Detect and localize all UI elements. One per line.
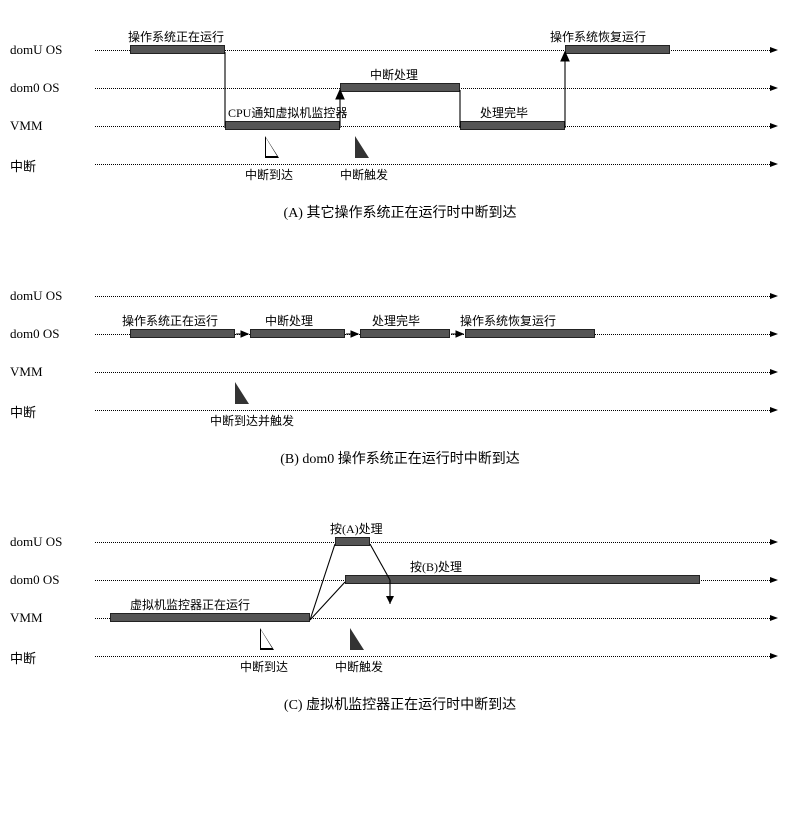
label-int-arrive: 中断到达 xyxy=(245,166,293,183)
lane-label: VMM xyxy=(10,364,43,380)
lane-label: dom0 OS xyxy=(10,326,59,342)
axis-line xyxy=(95,656,770,657)
bar-done xyxy=(360,329,450,338)
lane-dom0: dom0 OS 中断处理 xyxy=(10,78,790,102)
label-os-running: 操作系统正在运行 xyxy=(128,28,224,45)
chart-b-caption: (B) dom0 操作系统正在运行时中断到达 xyxy=(10,448,790,468)
label-int-fire: 中断触发 xyxy=(340,166,388,183)
axis-line xyxy=(95,126,770,127)
lane-vmm: VMM xyxy=(10,362,790,386)
interrupt-fire-icon xyxy=(355,136,369,158)
lane-vmm: VMM CPU通知虚拟机监控器 处理完毕 xyxy=(10,116,790,140)
axis-line xyxy=(95,372,770,373)
lane-label: VMM xyxy=(10,118,43,134)
label-as-b: 按(B)处理 xyxy=(410,558,462,575)
lane-dom0: dom0 OS 按(B)处理 xyxy=(10,570,790,594)
lane-vmm: VMM 虚拟机监控器正在运行 xyxy=(10,608,790,632)
bar-vmm-done xyxy=(460,121,565,130)
label-os-resumed: 操作系统恢复运行 xyxy=(550,28,646,45)
lane-label: VMM xyxy=(10,610,43,626)
lane-label: domU OS xyxy=(10,288,62,304)
interrupt-arrive-icon xyxy=(265,136,279,158)
bar-os-running xyxy=(130,45,225,54)
chart-c-caption: (C) 虚拟机监控器正在运行时中断到达 xyxy=(10,694,790,714)
axis-line xyxy=(95,296,770,297)
chart-a: domU OS 操作系统正在运行 操作系统恢复运行 dom0 OS 中断处理 V… xyxy=(10,20,790,260)
label-done: 处理完毕 xyxy=(372,312,420,329)
lane-interrupt: 中断 中断到达 中断触发 xyxy=(10,646,790,670)
bar-resumed xyxy=(465,329,595,338)
bar-handling xyxy=(250,329,345,338)
interrupt-fire-icon xyxy=(350,628,364,650)
axis-line xyxy=(95,410,770,411)
chart-b: domU OS dom0 OS 操作系统正在运行 中断处理 处理完毕 操作系统恢… xyxy=(10,266,790,506)
axis-line xyxy=(95,164,770,165)
label-int-fire: 中断触发 xyxy=(335,658,383,675)
lane-interrupt: 中断 中断到达并触发 xyxy=(10,400,790,424)
label-vmm-notify: CPU通知虚拟机监控器 xyxy=(228,104,347,121)
lane-dom0: dom0 OS 操作系统正在运行 中断处理 处理完毕 操作系统恢复运行 xyxy=(10,324,790,348)
lane-label: dom0 OS xyxy=(10,572,59,588)
lane-label: 中断 xyxy=(10,156,36,175)
interrupt-both-icon xyxy=(235,382,249,404)
chart-c: domU OS 按(A)处理 dom0 OS 按(B)处理 VMM 虚拟机监控器… xyxy=(10,512,790,752)
bar-as-a xyxy=(335,537,370,546)
interrupt-arrive-icon xyxy=(260,628,274,650)
label-vmm-done: 处理完毕 xyxy=(480,104,528,121)
lane-label: domU OS xyxy=(10,42,62,58)
label-int-both: 中断到达并触发 xyxy=(210,412,294,429)
lane-interrupt: 中断 中断到达 中断触发 xyxy=(10,154,790,178)
label-as-a: 按(A)处理 xyxy=(330,520,383,537)
chart-a-caption: (A) 其它操作系统正在运行时中断到达 xyxy=(10,202,790,222)
bar-int-handling xyxy=(340,83,460,92)
bar-vmm-notify xyxy=(225,121,340,130)
lane-domU: domU OS 按(A)处理 xyxy=(10,532,790,556)
bar-os-resumed xyxy=(565,45,670,54)
label-int-handling: 中断处理 xyxy=(370,66,418,83)
label-resumed: 操作系统恢复运行 xyxy=(460,312,556,329)
lane-label: 中断 xyxy=(10,402,36,421)
lane-domU: domU OS 操作系统正在运行 操作系统恢复运行 xyxy=(10,40,790,64)
label-int-arrive: 中断到达 xyxy=(240,658,288,675)
label-vmm-running: 虚拟机监控器正在运行 xyxy=(130,596,250,613)
lane-domU: domU OS xyxy=(10,286,790,310)
bar-as-b xyxy=(345,575,700,584)
label-running: 操作系统正在运行 xyxy=(122,312,218,329)
lane-label: dom0 OS xyxy=(10,80,59,96)
lane-label: 中断 xyxy=(10,648,36,667)
bar-running xyxy=(130,329,235,338)
label-handling: 中断处理 xyxy=(265,312,313,329)
bar-vmm-running xyxy=(110,613,310,622)
lane-label: domU OS xyxy=(10,534,62,550)
axis-line xyxy=(95,542,770,543)
